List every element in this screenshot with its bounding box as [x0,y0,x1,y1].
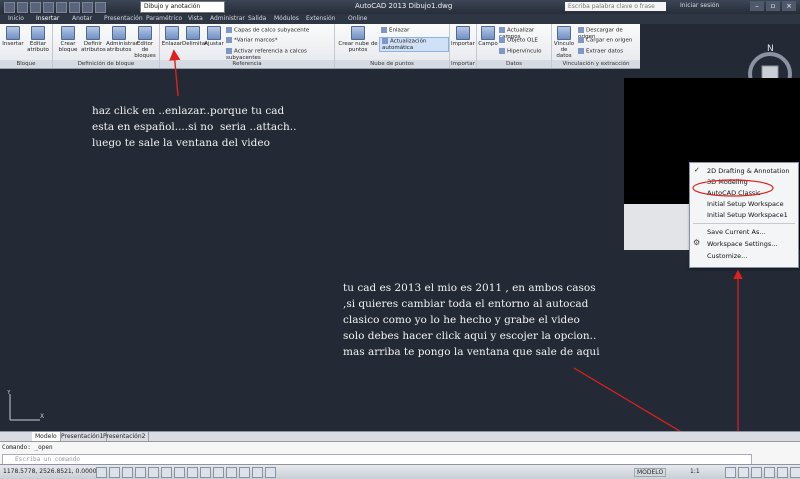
snap-mode-icon[interactable] [109,467,120,478]
arrow-to-enlazar [169,49,181,97]
transparency-icon[interactable] [239,467,250,478]
command-window: Comando: _open Escriba un comando [0,441,800,465]
polar-icon[interactable] [148,467,159,478]
layout-tabs: Modelo Presentación1 Presentación2 [0,431,800,441]
3dosnap-icon[interactable] [174,467,185,478]
selection-cycling-icon[interactable] [265,467,276,478]
annotation-arrows [169,49,774,466]
lineweight-icon[interactable] [226,467,237,478]
otrack-icon[interactable] [187,467,198,478]
ducs-icon[interactable] [200,467,211,478]
osnap-icon[interactable] [161,467,172,478]
tab-modelo[interactable]: Modelo [32,432,61,441]
auto-scale-icon[interactable] [738,467,749,478]
circle-autocad-classic [692,179,774,197]
grid-icon[interactable] [122,467,133,478]
annotation-visibility-icon[interactable] [725,467,736,478]
tab-presentacion2[interactable]: Presentación2 [100,432,150,441]
ucs-x-label: X [40,413,44,420]
coordinates-readout: 1178.5778, 2526.8521, 0.0000 [3,468,97,475]
workspace-switching-icon[interactable] [751,467,762,478]
drafting-toggles [96,467,276,478]
status-right-icons [725,467,800,478]
isolate-objects-icon[interactable] [777,467,788,478]
ortho-icon[interactable] [135,467,146,478]
ucs-icon: Y X [6,390,44,421]
infer-constraints-icon[interactable] [96,467,107,478]
quick-properties-icon[interactable] [252,467,263,478]
annotation-scale[interactable]: 1:1 [690,468,700,475]
dyn-icon[interactable] [213,467,224,478]
ucs-y-label: Y [6,390,11,396]
command-history: Comando: _open [2,444,53,451]
clean-screen-icon[interactable] [790,467,800,478]
lock-icon[interactable] [764,467,775,478]
status-bar: 1178.5778, 2526.8521, 0.0000 MODELO 1:1 [0,464,800,479]
model-space-button[interactable]: MODELO [634,468,667,477]
